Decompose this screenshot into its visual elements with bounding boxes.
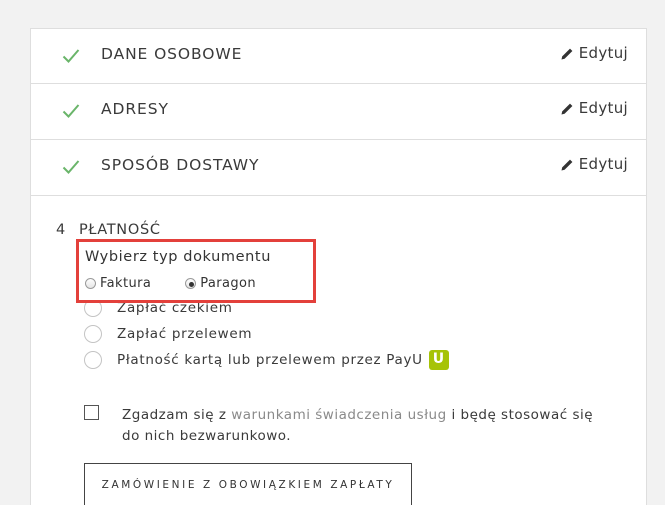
check-icon bbox=[62, 160, 80, 174]
document-type-selector: Wybierz typ dokumentu Faktura Paragon bbox=[76, 239, 316, 303]
payment-option-label: Płatność kartą lub przelewem przez PayU bbox=[117, 352, 423, 368]
edit-label: Edytuj bbox=[578, 155, 628, 173]
document-type-options: Faktura Paragon bbox=[85, 276, 256, 291]
payment-option-label: Zapłać przelewem bbox=[117, 326, 253, 342]
step-personal-data: DANE OSOBOWE Edytuj bbox=[31, 29, 646, 84]
terms-checkbox[interactable] bbox=[84, 405, 99, 420]
payment-option-payu[interactable]: Płatność kartą lub przelewem przez PayU … bbox=[84, 350, 449, 370]
step-title: SPOSÓB DOSTAWY bbox=[101, 156, 260, 174]
pencil-icon bbox=[561, 103, 573, 114]
step-delivery-method: SPOSÓB DOSTAWY Edytuj bbox=[31, 140, 646, 196]
radio-button[interactable] bbox=[84, 351, 102, 369]
edit-delivery-link[interactable]: Edytuj bbox=[561, 155, 628, 173]
step-title: ADRESY bbox=[101, 100, 169, 118]
check-icon bbox=[62, 104, 80, 118]
radio-button[interactable] bbox=[84, 325, 102, 343]
terms-link[interactable]: warunkami świadczenia usług bbox=[231, 407, 446, 423]
receipt-label[interactable]: Paragon bbox=[200, 276, 256, 291]
invoice-label[interactable]: Faktura bbox=[100, 276, 151, 291]
pencil-icon bbox=[561, 48, 573, 59]
step-title: DANE OSOBOWE bbox=[101, 45, 243, 63]
document-type-title: Wybierz typ dokumentu bbox=[85, 249, 272, 265]
terms-text: Zgadzam się z warunkami świadczenia usłu… bbox=[122, 407, 594, 444]
place-order-button[interactable]: ZAMÓWIENIE Z OBOWIĄZKIEM ZAPŁATY bbox=[84, 463, 412, 505]
step-addresses: ADRESY Edytuj bbox=[31, 84, 646, 140]
payu-logo-icon: U bbox=[428, 350, 449, 370]
edit-personal-data-link[interactable]: Edytuj bbox=[561, 44, 628, 62]
pencil-icon bbox=[561, 159, 573, 170]
edit-addresses-link[interactable]: Edytuj bbox=[561, 99, 628, 117]
check-icon bbox=[62, 49, 80, 63]
payment-option-transfer[interactable]: Zapłać przelewem bbox=[84, 325, 252, 343]
edit-label: Edytuj bbox=[578, 99, 628, 117]
payment-step-heading: 4 PŁATNOŚĆ bbox=[56, 222, 161, 238]
step-title: PŁATNOŚĆ bbox=[78, 222, 161, 238]
edit-label: Edytuj bbox=[578, 44, 628, 62]
radio-receipt[interactable] bbox=[185, 278, 197, 289]
radio-invoice[interactable] bbox=[85, 278, 96, 289]
step-number: 4 bbox=[56, 222, 66, 238]
